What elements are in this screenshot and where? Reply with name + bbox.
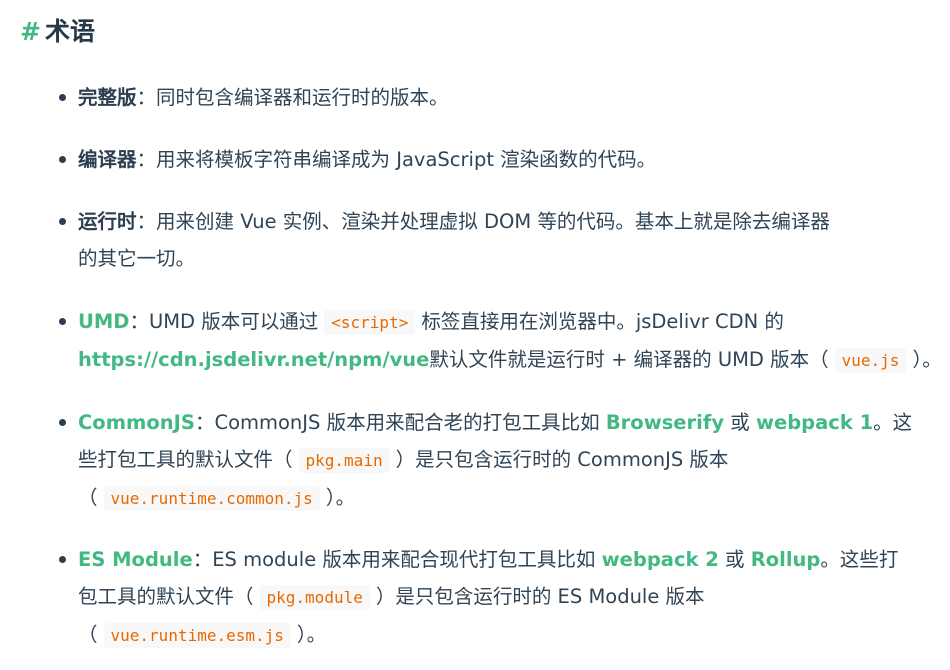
list-item-es-module: ES Module：ES module 版本用来配合现代打包工具比如 webpa… [59,541,940,654]
term-label: 运行时 [78,210,137,233]
es-module-term-link[interactable]: ES Module [78,548,193,571]
inline-code: <script> [324,310,416,335]
browserify-link[interactable]: Browserify [606,411,724,434]
list-item-runtime: 运行时：用来创建 Vue 实例、渲染并处理虚拟 DOM 等的代码。基本上就是除去… [59,203,940,277]
section-heading: # 术语 [20,14,95,50]
term-description: 用来将模板字符串编译成为 JavaScript 渲染函数的代码。 [156,148,657,171]
term-description: 用来创建 Vue 实例、渲染并处理虚拟 DOM 等的代码。基本上就是除去编译器 [156,210,830,233]
heading-anchor-link[interactable]: # [20,17,41,46]
inline-code: vue.js [834,348,907,373]
term-description-continued: 的其它一切。 [78,247,196,270]
webpack-1-link[interactable]: webpack 1 [756,411,873,434]
list-item-compiler: 编译器：用来将模板字符串编译成为 JavaScript 渲染函数的代码。 [59,141,940,178]
list-item-umd: UMD：UMD 版本可以通过 <script> 标签直接用在浏览器中。jsDeliv… [59,303,942,379]
list-item-full-build: 完整版：同时包含编译器和运行时的版本。 [59,79,940,116]
inline-code: vue.runtime.common.js [103,486,320,511]
term-label: 完整版 [78,86,137,109]
umd-term-link[interactable]: UMD [78,310,129,333]
term-description: 同时包含编译器和运行时的版本。 [156,86,449,109]
jsdelivr-cdn-link[interactable]: https://cdn.jsdelivr.net/npm/vue [78,348,429,371]
webpack-2-link[interactable]: webpack 2 [602,548,719,571]
rollup-link[interactable]: Rollup [751,548,821,571]
heading-title: 术语 [44,17,95,46]
inline-code: pkg.main [298,448,390,473]
term-label: 编译器 [78,148,137,171]
docs-page: # 术语 完整版：同时包含编译器和运行时的版本。 编译器：用来将模板字符串编译成为… [0,0,950,670]
list-item-commonjs: CommonJS：CommonJS 版本用来配合老的打包工具比如 Browser… [59,404,940,517]
commonjs-term-link[interactable]: CommonJS [78,411,195,434]
inline-code: pkg.module [259,585,370,610]
inline-code: vue.runtime.esm.js [103,623,291,648]
